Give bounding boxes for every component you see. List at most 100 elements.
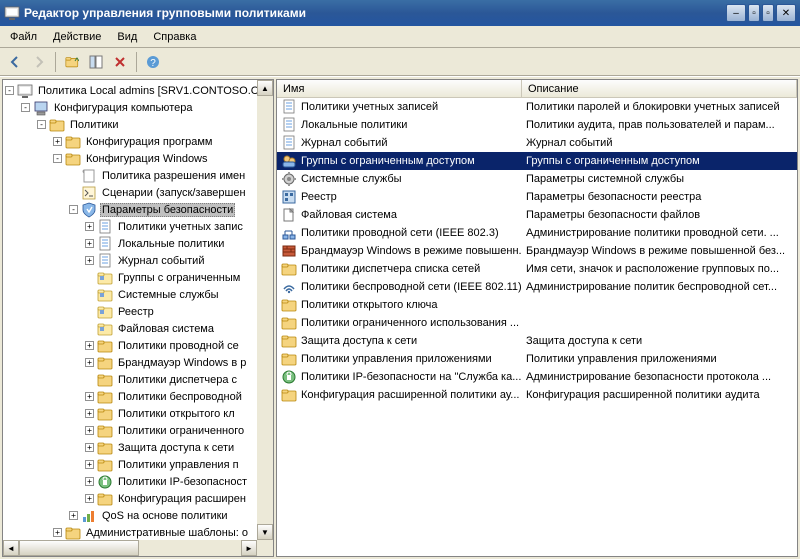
scrollbar-vertical[interactable]: ▲ ▼ (257, 80, 273, 540)
list-row[interactable]: Политики открытого ключа (277, 296, 797, 314)
expand-icon[interactable]: + (85, 426, 94, 435)
expand-icon[interactable]: + (85, 460, 94, 469)
tree-node[interactable]: - Политики (5, 116, 273, 133)
back-button[interactable] (4, 51, 26, 73)
menu-help[interactable]: Справка (145, 26, 204, 47)
scroll-thumb[interactable] (19, 540, 139, 556)
list-item-name: Политики учетных записей (301, 101, 438, 113)
tree-node[interactable]: -Конфигурация компьютера (5, 99, 273, 116)
list-row[interactable]: Политики беспроводной сети (IEEE 802.11)… (277, 278, 797, 296)
tree-node[interactable]: +Политики проводной се (5, 337, 273, 354)
list-row[interactable]: Группы с ограниченным доступомГруппы с о… (277, 152, 797, 170)
delete-button[interactable] (109, 51, 131, 73)
expand-icon[interactable]: + (85, 256, 94, 265)
close-button[interactable]: ✕ (776, 4, 796, 22)
tree-node[interactable]: +Политики беспроводной (5, 388, 273, 405)
collapse-icon[interactable]: - (5, 86, 14, 95)
list-row[interactable]: Защита доступа к сетиЗащита доступа к се… (277, 332, 797, 350)
folder-icon (281, 387, 297, 403)
expand-icon[interactable]: + (85, 239, 94, 248)
tree-node[interactable]: - Конфигурация Windows (5, 150, 273, 167)
column-header-desc[interactable]: Описание (522, 80, 797, 97)
column-header-name[interactable]: Имя (277, 80, 522, 97)
expand-icon[interactable]: + (85, 477, 94, 486)
list-row[interactable]: Журнал событийЖурнал событий (277, 134, 797, 152)
tree-node[interactable]: Сценарии (запуск/завершен (5, 184, 273, 201)
scroll-down-button[interactable]: ▼ (257, 524, 273, 540)
collapse-icon[interactable]: - (21, 103, 30, 112)
tree-node[interactable]: Реестр (5, 303, 273, 320)
expand-icon[interactable]: + (85, 222, 94, 231)
tree-node[interactable]: +Политики открытого кл (5, 405, 273, 422)
collapse-icon[interactable]: - (53, 154, 62, 163)
list-row[interactable]: РеестрПараметры безопасности реестра (277, 188, 797, 206)
tree-node[interactable]: -Параметры безопасности (5, 201, 273, 218)
tree-node[interactable]: Группы с ограниченным (5, 269, 273, 286)
expand-icon[interactable]: + (85, 409, 94, 418)
expand-icon[interactable]: + (53, 528, 62, 537)
expand-icon[interactable]: + (85, 358, 94, 367)
list-row[interactable]: Политики ограниченного использования ... (277, 314, 797, 332)
tree-node[interactable]: +Защита доступа к сети (5, 439, 273, 456)
expand-icon[interactable]: + (69, 511, 78, 520)
expand-icon[interactable]: + (53, 137, 62, 146)
menu-file[interactable]: Файл (2, 26, 45, 47)
tree-node[interactable]: +Политики IP-безопасност (5, 473, 273, 490)
list-row[interactable]: Политики диспетчера списка сетейИмя сети… (277, 260, 797, 278)
scrollbar-horizontal[interactable]: ◄ ► (3, 540, 257, 556)
tree-node[interactable]: Файловая система (5, 320, 273, 337)
tree-node[interactable]: +Конфигурация программ (5, 133, 273, 150)
list-row[interactable]: Системные службыПараметры системной служ… (277, 170, 797, 188)
tree-node-label: Реестр (116, 305, 156, 319)
group-icon (281, 153, 297, 169)
scroll-left-button[interactable]: ◄ (3, 540, 19, 556)
folder2-icon (97, 321, 113, 337)
tree-node[interactable]: +Административные шаблоны: о (5, 524, 273, 541)
svg-text:?: ? (150, 58, 156, 69)
expand-icon[interactable]: + (85, 494, 94, 503)
tree-node[interactable]: Политика разрешения имен (5, 167, 273, 184)
list-row[interactable]: Политики учетных записейПолитики паролей… (277, 98, 797, 116)
list-row[interactable]: Файловая системаПараметры безопасности ф… (277, 206, 797, 224)
menu-view[interactable]: Вид (109, 26, 145, 47)
list-row[interactable]: Политики управления приложениямиПолитики… (277, 350, 797, 368)
list-row[interactable]: Политики проводной сети (IEEE 802.3)Адми… (277, 224, 797, 242)
list-item-name: Защита доступа к сети (301, 335, 417, 347)
list-row[interactable]: Политики IP-безопасности на "Служба ка..… (277, 368, 797, 386)
expand-icon[interactable]: + (85, 341, 94, 350)
tree-node-label: Политики (68, 118, 121, 132)
show-tree-button[interactable] (85, 51, 107, 73)
tree-node[interactable]: +Конфигурация расширен (5, 490, 273, 507)
collapse-icon[interactable]: - (69, 205, 78, 214)
list-row[interactable]: Конфигурация расширенной политики ау...К… (277, 386, 797, 404)
folder-icon (97, 389, 113, 405)
help-button[interactable]: ? (142, 51, 164, 73)
tree-node[interactable]: Политики диспетчера с (5, 371, 273, 388)
list-item-name: Реестр (301, 191, 337, 203)
tree-node[interactable]: +Локальные политики (5, 235, 273, 252)
tree-node[interactable]: +Политики учетных запис (5, 218, 273, 235)
list-row[interactable]: Локальные политикиПолитики аудита, прав … (277, 116, 797, 134)
script-icon (81, 185, 97, 201)
forward-button[interactable] (28, 51, 50, 73)
folder2-icon (97, 287, 113, 303)
tree-node[interactable]: +Политики управления п (5, 456, 273, 473)
tree-node[interactable]: +Брандмауэр Windows в р (5, 354, 273, 371)
tree-node[interactable]: -Политика Local admins [SRV1.CONTOSO.COM (5, 82, 273, 99)
restore-button[interactable]: ▫ (748, 4, 760, 22)
tree-node[interactable]: +Журнал событий (5, 252, 273, 269)
maximize-button[interactable]: ▫ (762, 4, 774, 22)
up-button[interactable] (61, 51, 83, 73)
minimize-button[interactable]: – (726, 4, 746, 22)
collapse-icon[interactable]: - (37, 120, 46, 129)
list-row[interactable]: Брандмауэр Windows в режиме повышенн...Б… (277, 242, 797, 260)
menu-action[interactable]: Действие (45, 26, 109, 47)
tree-node[interactable]: Системные службы (5, 286, 273, 303)
tree-node-label: Конфигурация Windows (84, 152, 210, 166)
tree-node[interactable]: +Политики ограниченного (5, 422, 273, 439)
scroll-right-button[interactable]: ► (241, 540, 257, 556)
scroll-up-button[interactable]: ▲ (257, 80, 273, 96)
expand-icon[interactable]: + (85, 443, 94, 452)
tree-node[interactable]: +QoS на основе политики (5, 507, 273, 524)
expand-icon[interactable]: + (85, 392, 94, 401)
